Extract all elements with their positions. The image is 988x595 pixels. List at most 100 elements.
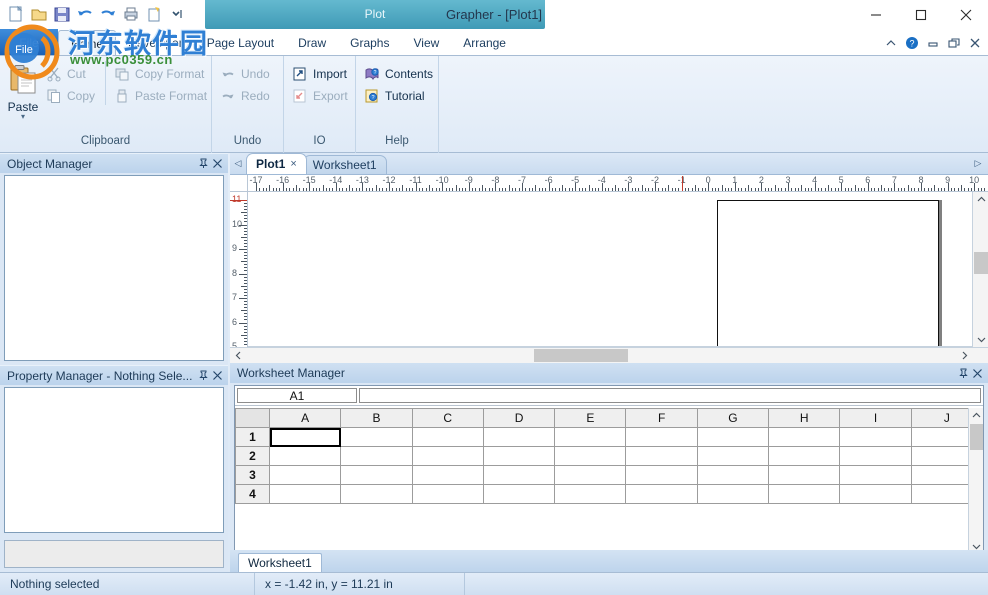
tab-page-layout[interactable]: Page Layout — [195, 30, 286, 56]
worksheet-cell[interactable] — [411, 484, 484, 504]
canvas-vertical-scrollbar[interactable] — [972, 192, 988, 347]
maximize-button[interactable] — [898, 0, 943, 29]
tab-file[interactable]: File — [0, 29, 58, 56]
worksheet-manager-close-icon[interactable] — [970, 366, 984, 380]
tab-developer[interactable]: Developer — [116, 30, 195, 56]
worksheet-cell[interactable] — [768, 427, 841, 447]
row-header[interactable]: 2 — [235, 446, 270, 466]
worksheet-grid[interactable]: ABCDEFGHIJ1234 — [235, 408, 984, 553]
worksheet-cell[interactable] — [268, 465, 342, 485]
object-manager-pin-icon[interactable] — [196, 157, 210, 171]
sheet-tab-worksheet1[interactable]: Worksheet1 — [238, 553, 322, 572]
name-box[interactable]: A1 — [237, 388, 357, 403]
worksheet-cell[interactable] — [768, 446, 841, 466]
quick-access-toolbar[interactable] — [2, 1, 191, 27]
horizontal-ruler[interactable]: -17 -16 -15 -14 -13 -12 -11 -10 -9 -8 -7 -6 -5 -4 -3 -2… — [248, 175, 988, 192]
worksheet-cell[interactable] — [839, 446, 912, 466]
worksheet-cell[interactable] — [411, 446, 484, 466]
canvas-horizontal-scrollbar[interactable] — [230, 347, 988, 363]
worksheet-cell[interactable] — [340, 446, 413, 466]
row-header[interactable]: 1 — [235, 427, 270, 447]
worksheet-vscroll-thumb[interactable] — [970, 424, 983, 450]
worksheet-cell[interactable] — [554, 427, 627, 447]
undo-icon[interactable] — [75, 4, 95, 24]
row-header[interactable]: 3 — [235, 465, 270, 485]
save-icon[interactable] — [52, 4, 72, 24]
tutorial-button[interactable]: ? Tutorial — [362, 86, 437, 105]
canvas-vscroll-thumb[interactable] — [974, 252, 988, 274]
document-tabs-scroll-right-icon[interactable]: ▷ — [968, 153, 988, 174]
column-header[interactable]: H — [768, 408, 841, 428]
import-button[interactable]: Import — [290, 64, 352, 83]
document-tab-worksheet1[interactable]: Worksheet1 — [302, 155, 387, 174]
undo-button[interactable]: Undo — [218, 64, 274, 83]
tab-home[interactable]: Home — [58, 30, 117, 56]
tab-graphs[interactable]: Graphs — [338, 30, 401, 56]
worksheet-cell[interactable] — [411, 427, 484, 447]
copy-format-button[interactable]: Copy Format — [112, 64, 211, 83]
column-header[interactable]: A — [268, 408, 342, 428]
new-icon[interactable] — [6, 4, 26, 24]
property-manager-pin-icon[interactable] — [196, 369, 210, 383]
column-header[interactable]: F — [625, 408, 698, 428]
copy-button[interactable]: Copy — [44, 86, 99, 105]
worksheet-vertical-scrollbar[interactable] — [968, 408, 983, 553]
worksheet-cell[interactable] — [482, 446, 556, 466]
canvas-hscroll-thumb[interactable] — [534, 349, 628, 362]
column-header[interactable]: E — [554, 408, 627, 428]
worksheet-cell[interactable] — [340, 427, 413, 447]
redo-icon[interactable] — [98, 4, 118, 24]
document-tabs-scroll-left-icon[interactable]: ◁ — [230, 153, 246, 174]
vertical-ruler[interactable]: 11 10 9 8 7 6 5 — [230, 192, 248, 347]
worksheet-cell[interactable] — [696, 484, 770, 504]
worksheet-cell[interactable] — [768, 484, 841, 504]
contents-button[interactable]: ? Contents — [362, 64, 437, 83]
worksheet-cell[interactable] — [625, 465, 698, 485]
export-button[interactable]: Export — [290, 86, 352, 105]
print-icon[interactable] — [121, 4, 141, 24]
worksheet-cell[interactable] — [696, 427, 770, 447]
close-button[interactable] — [943, 0, 988, 29]
column-header[interactable]: G — [696, 408, 770, 428]
worksheet-cell[interactable] — [340, 465, 413, 485]
window-controls[interactable] — [853, 0, 988, 29]
worksheet-cell[interactable] — [554, 465, 627, 485]
child-close-icon[interactable] — [968, 36, 982, 50]
row-header[interactable]: 4 — [235, 484, 270, 504]
select-all-corner[interactable] — [235, 408, 270, 428]
redo-button[interactable]: Redo — [218, 86, 274, 105]
worksheet-cell[interactable] — [768, 465, 841, 485]
tab-view[interactable]: View — [401, 30, 451, 56]
worksheet-cell[interactable] — [411, 465, 484, 485]
canvas-scroll-up-icon[interactable] — [973, 192, 988, 207]
column-header[interactable]: I — [839, 408, 912, 428]
worksheet-cell[interactable] — [625, 484, 698, 504]
canvas-scroll-down-icon[interactable] — [973, 332, 988, 347]
worksheet-cell[interactable] — [268, 446, 342, 466]
open-icon[interactable] — [29, 4, 49, 24]
worksheet-table[interactable]: ABCDEFGHIJ1234 — [235, 408, 984, 504]
minimize-button[interactable] — [853, 0, 898, 29]
document-tab-plot1[interactable]: Plot1 × — [246, 153, 307, 174]
worksheet-cell[interactable] — [625, 446, 698, 466]
paste-format-button[interactable]: Paste Format — [112, 86, 211, 105]
column-header[interactable]: C — [411, 408, 484, 428]
tab-draw[interactable]: Draw — [286, 30, 338, 56]
worksheet-cell[interactable] — [340, 484, 413, 504]
worksheet-cell[interactable] — [625, 427, 698, 447]
worksheet-scroll-up-icon[interactable] — [969, 408, 984, 422]
worksheet-cell[interactable] — [482, 465, 556, 485]
plot-page[interactable] — [717, 200, 939, 346]
column-header[interactable]: B — [340, 408, 413, 428]
worksheet-cell[interactable] — [839, 427, 912, 447]
worksheet-cell[interactable] — [268, 427, 342, 447]
plot-canvas[interactable] — [248, 192, 972, 347]
cut-button[interactable]: Cut — [44, 64, 99, 83]
new-graph-icon[interactable] — [144, 4, 164, 24]
formula-input[interactable] — [359, 388, 981, 403]
property-manager-close-icon[interactable] — [210, 369, 224, 383]
child-minimize-icon[interactable] — [926, 36, 940, 50]
column-header[interactable]: D — [482, 408, 556, 428]
worksheet-cell[interactable] — [554, 446, 627, 466]
child-restore-icon[interactable] — [947, 36, 961, 50]
